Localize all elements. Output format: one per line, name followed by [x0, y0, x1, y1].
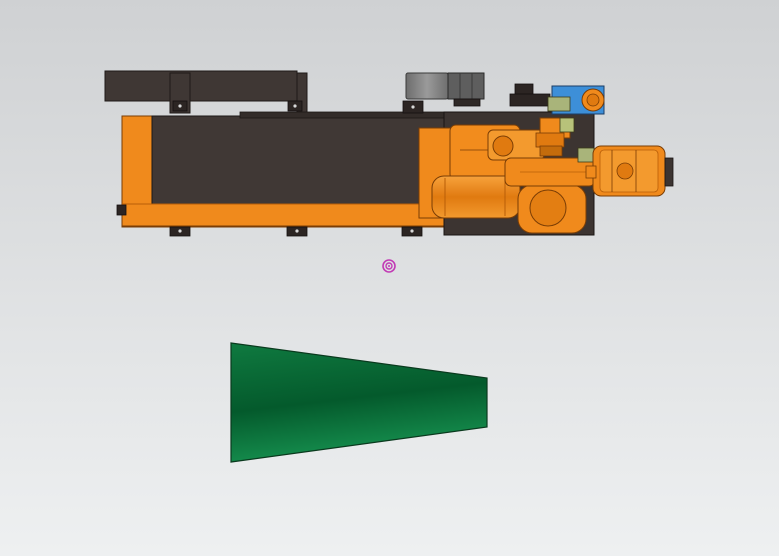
- drive-motor[interactable]: [547, 85, 605, 115]
- cad-scene[interactable]: [0, 0, 779, 556]
- end-effector[interactable]: [585, 145, 674, 197]
- cad-viewport[interactable]: [0, 0, 779, 556]
